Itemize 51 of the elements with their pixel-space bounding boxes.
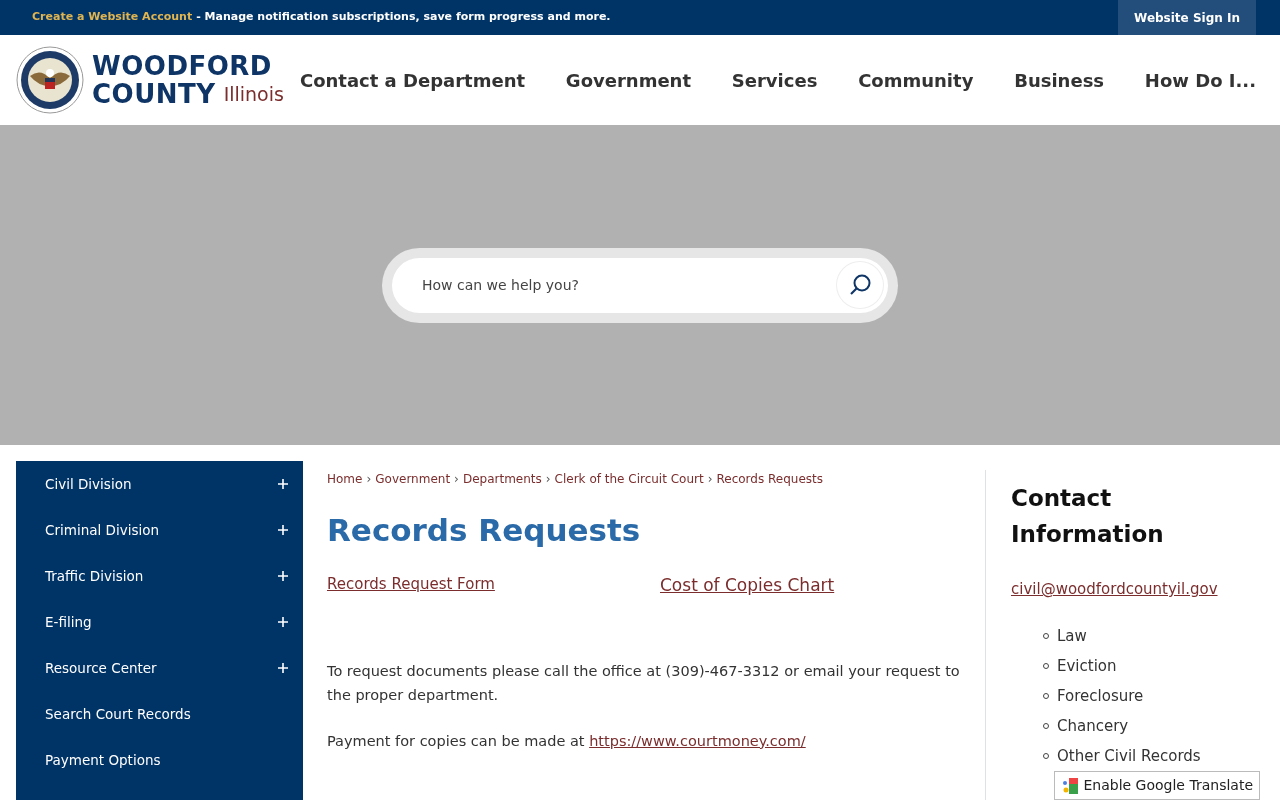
nav-link[interactable]: Community (858, 66, 974, 94)
nav-link[interactable]: How Do I... (1144, 66, 1256, 94)
contact-item: Eviction (1057, 655, 1117, 677)
banner-message: - Manage notification subscriptions, save form progress and more. (196, 9, 611, 26)
sidebar-item[interactable]: Civil Division (45, 473, 132, 495)
sidebar-item[interactable]: Payment Options (45, 749, 161, 771)
county-name: WOODFORD (92, 51, 273, 80)
plus-icon[interactable] (278, 617, 288, 627)
page-title: Records Requests (327, 512, 642, 550)
paragraph: Payment for copies can be made at https://www.courtmoney.com/ (327, 731, 807, 751)
sidebar-item[interactable]: Resource Center (45, 657, 157, 679)
plus-icon[interactable] (278, 525, 288, 535)
document-link[interactable]: Cost of Copies Chart (660, 573, 835, 599)
sidebar-item[interactable]: Traffic Division (45, 565, 144, 587)
breadcrumb-link[interactable]: Records Requests (716, 470, 824, 488)
sidebar-item[interactable]: Criminal Division (45, 519, 159, 541)
contact-item: Law (1057, 625, 1087, 647)
document-link[interactable]: Records Request Form (327, 573, 660, 599)
plus-icon[interactable] (278, 479, 288, 489)
breadcrumb-link[interactable]: Clerk of the Circuit Court (554, 470, 704, 488)
translate-button[interactable]: Enable Google Translate (1054, 771, 1260, 800)
paragraph: To request documents please call the office at (309)-467-3312 or email your request to the proper department. (327, 661, 961, 705)
state-name: Illinois (223, 81, 284, 107)
sidebar-item[interactable]: E-filing (45, 611, 92, 633)
county-seal-icon (16, 46, 84, 114)
contact-item: Chancery (1057, 715, 1129, 737)
breadcrumb-separator: › (545, 471, 551, 488)
nav-link[interactable]: Government (565, 66, 691, 94)
contact-item: Other Civil Records (1057, 745, 1201, 767)
breadcrumb-link[interactable]: Home (327, 470, 363, 488)
contact-heading: Contact Information (1011, 484, 1165, 549)
search-field[interactable]: How can we help you? (392, 257, 888, 313)
sidebar-item[interactable]: Search Court Records (45, 703, 191, 725)
email-link[interactable]: civil@woodfordcountyil.gov (1011, 578, 1218, 601)
breadcrumb-separator: › (707, 471, 713, 488)
plus-icon[interactable] (278, 571, 288, 581)
breadcrumb-separator: › (366, 471, 372, 488)
breadcrumb-link[interactable]: Departments (462, 470, 542, 488)
nav-link[interactable]: Contact a Department (299, 66, 526, 94)
plus-icon[interactable] (278, 663, 288, 673)
breadcrumb-link[interactable]: Government (375, 470, 451, 488)
sign-in-button[interactable]: Website Sign In (1118, 0, 1256, 35)
nav-link[interactable]: Services (731, 66, 818, 94)
breadcrumb-separator: › (454, 471, 459, 488)
nav-link[interactable]: Business (1014, 66, 1105, 94)
payment-link[interactable]: https://www.courtmoney.com/ (589, 732, 806, 749)
county-name: COUNTY (92, 80, 216, 109)
account-link[interactable]: Create a Website Account (32, 9, 193, 26)
search-icon (848, 272, 872, 297)
contact-item: Foreclosure (1057, 685, 1144, 707)
translate-icon (1061, 776, 1080, 795)
